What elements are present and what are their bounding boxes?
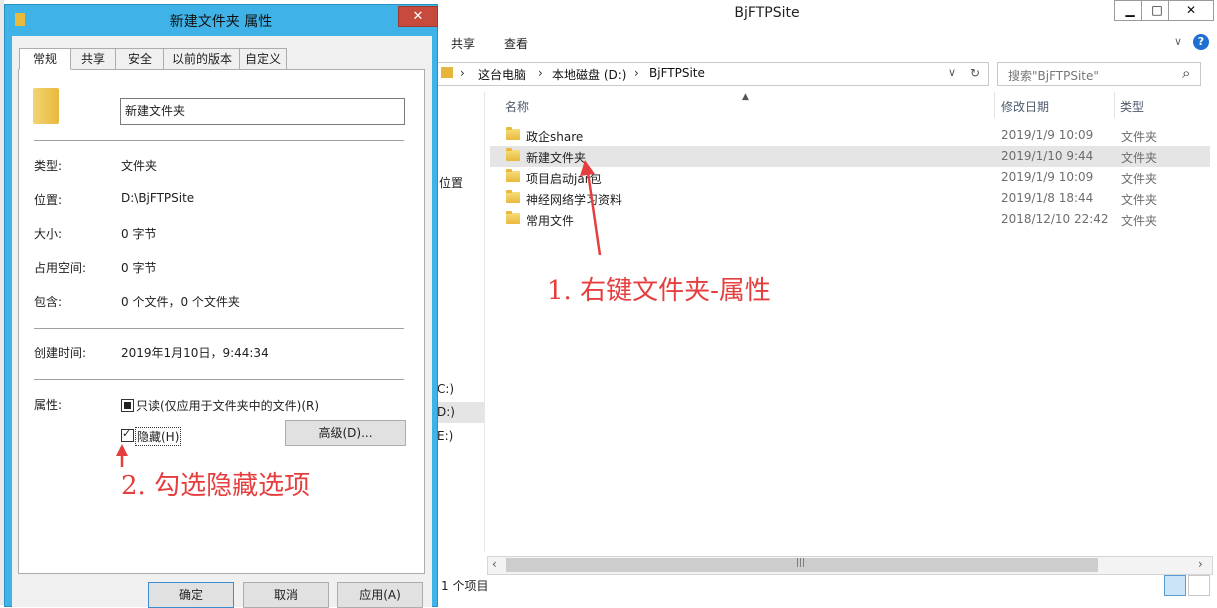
tab-general[interactable]: 常规 xyxy=(19,48,71,70)
arrow-step1-head xyxy=(580,160,595,176)
annotation-step1: 1. 右键文件夹-属性 xyxy=(547,276,771,306)
arrow-step1-line xyxy=(586,171,602,256)
annotation-step2: 2. 勾选隐藏选项 xyxy=(121,471,311,501)
arrow-step2-head xyxy=(116,444,128,456)
